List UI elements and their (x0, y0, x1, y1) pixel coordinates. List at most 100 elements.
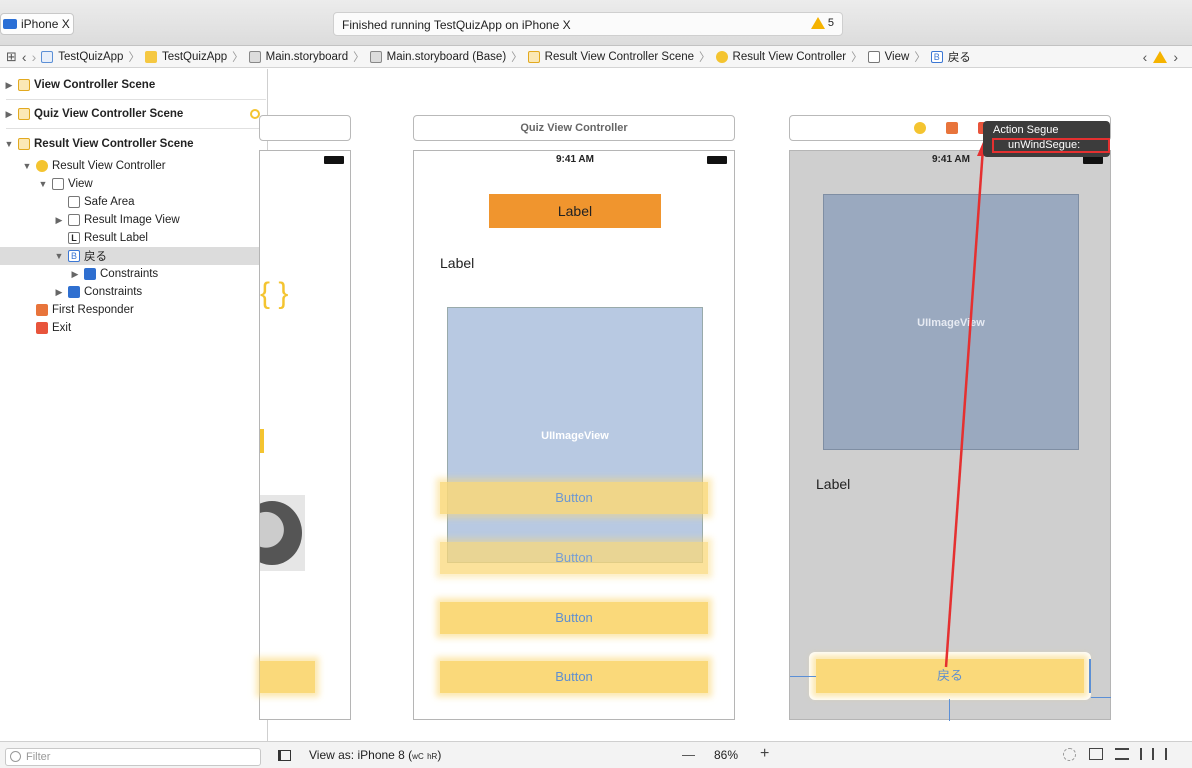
jump-bar: ⊞ ‹ › TestQuizApp 〉 TestQuizApp 〉 Main.sto… (0, 46, 1192, 68)
disclosure-expanded-icon[interactable]: ▼ (22, 161, 32, 171)
battery-icon (1083, 156, 1103, 164)
resolve-issues-icon[interactable] (1140, 748, 1154, 760)
back-icon[interactable]: ‹ (22, 49, 27, 65)
storyboard-canvas[interactable]: { } Quiz View Controller 9:41 AM Label L… (259, 69, 1192, 741)
view-as-device[interactable]: View as: iPhone 8 (wC hR) (309, 748, 441, 762)
scene-label: Quiz View Controller Scene (34, 108, 184, 120)
scene-title-bar[interactable] (259, 115, 351, 141)
disclosure-expanded-icon[interactable]: ▼ (54, 251, 64, 261)
button-object-icon: B (930, 50, 943, 63)
crumb-project[interactable]: TestQuizApp (58, 51, 123, 63)
result-image-view[interactable]: UIImageView (823, 194, 1079, 450)
outline-scene-quiz[interactable]: ▶ Quiz View Controller Scene (0, 105, 268, 123)
outline-item-result-view-controller[interactable]: ▼ Result View Controller (0, 157, 268, 175)
align-icon[interactable] (1089, 748, 1103, 760)
prev-issue-icon[interactable]: ‹ (1143, 49, 1148, 65)
pin-icon[interactable] (1115, 748, 1129, 760)
forward-icon[interactable]: › (32, 49, 37, 65)
disclosure-collapsed-icon[interactable]: ▶ (54, 215, 64, 226)
crumb-button[interactable]: 戻る (948, 49, 971, 65)
view-controller-device[interactable]: { } (259, 150, 351, 720)
brace-glyph: { } (260, 277, 289, 310)
zoom-in-button[interactable]: + (760, 745, 769, 763)
scene-icon (18, 79, 30, 91)
button[interactable] (260, 661, 315, 693)
outline-toggle-icon[interactable] (278, 750, 291, 761)
image-view[interactable]: UIImageView (447, 307, 703, 563)
next-issue-icon[interactable]: › (1173, 49, 1178, 65)
outline-filter-field[interactable]: Filter (5, 748, 261, 766)
scheme-label: iPhone X (21, 17, 70, 31)
crumb-scene[interactable]: Result View Controller Scene (545, 51, 694, 63)
view-controller-icon[interactable] (914, 122, 926, 134)
answer-button-1[interactable]: Button (440, 482, 708, 514)
crumb-separator: 〉 (699, 51, 711, 64)
outline-item-constraints[interactable]: ▶ Constraints (0, 283, 268, 301)
zoom-out-button[interactable]: — (682, 747, 695, 762)
outline-item-result-image-view[interactable]: ▶ Result Image View (0, 211, 268, 229)
battery-icon (707, 156, 727, 164)
size-class-width: wC (412, 752, 424, 761)
answer-button-3[interactable]: Button (440, 602, 708, 634)
scheme-selector[interactable]: iPhone X (0, 13, 74, 35)
unwind-segue-item[interactable]: unWindSegue: (992, 138, 1110, 153)
label-object-icon: L (68, 232, 80, 244)
outline-label: Result Label (84, 232, 148, 244)
constraints-icon (84, 268, 96, 280)
constraint-line (1089, 659, 1091, 693)
quiz-view-controller-device[interactable]: 9:41 AM Label Label UIImageView Button B… (413, 150, 735, 720)
action-segue-menu: Action Segue unWindSegue: (983, 121, 1110, 157)
disclosure-collapsed-icon[interactable]: ▶ (54, 287, 64, 298)
outline-scene-result[interactable]: ▼ Result View Controller Scene (0, 135, 268, 153)
disclosure-collapsed-icon[interactable]: ▶ (4, 109, 14, 120)
outline-item-constraints[interactable]: ▶ Constraints (0, 265, 268, 283)
crumb-view[interactable]: View (885, 51, 910, 63)
crumb-storyboard-base[interactable]: Main.storyboard (Base) (387, 51, 507, 63)
avatar-image (260, 495, 305, 571)
first-responder-icon[interactable] (946, 122, 958, 134)
warning-icon[interactable] (1153, 51, 1168, 63)
disclosure-collapsed-icon[interactable]: ▶ (70, 269, 80, 280)
image-view-placeholder: UIImageView (541, 430, 609, 442)
project-icon (41, 50, 54, 63)
outline-item-back-button[interactable]: ▼ B 戻る (0, 247, 268, 265)
result-label: Label (440, 255, 475, 271)
warning-count: 5 (827, 17, 834, 29)
divider (6, 128, 266, 129)
battery-icon (324, 156, 344, 164)
outline-scene-view-controller[interactable]: ▶ View Controller Scene (0, 76, 268, 94)
result-label: Label (816, 476, 851, 492)
scene-label: Result View Controller Scene (34, 138, 194, 150)
scene-title-quiz[interactable]: Quiz View Controller (413, 115, 735, 141)
crumb-separator: 〉 (353, 51, 365, 64)
embed-icon[interactable] (1063, 748, 1076, 761)
answer-button-2[interactable]: Button (440, 542, 708, 574)
back-button[interactable]: 戻る (816, 659, 1084, 693)
scene-icon (527, 50, 540, 63)
disclosure-expanded-icon[interactable]: ▼ (4, 139, 14, 149)
zoom-level[interactable]: 86% (714, 748, 738, 762)
disclosure-collapsed-icon[interactable]: ▶ (4, 80, 14, 91)
outline-label: Constraints (100, 268, 159, 280)
crumb-storyboard[interactable]: Main.storyboard (266, 51, 348, 63)
outline-item-result-label[interactable]: L Result Label (0, 229, 268, 247)
outline-item-safe-area[interactable]: Safe Area (0, 193, 268, 211)
outline-item-exit[interactable]: Exit (0, 319, 268, 337)
safe-area-icon (68, 196, 80, 208)
outline-item-first-responder[interactable]: First Responder (0, 301, 268, 319)
scene-icon (18, 138, 30, 150)
folder-icon (144, 50, 157, 63)
disclosure-expanded-icon[interactable]: ▼ (38, 179, 48, 189)
crumb-group[interactable]: TestQuizApp (162, 51, 227, 63)
scene-icon (18, 108, 30, 120)
resizing-icon[interactable] (1165, 748, 1179, 760)
crumb-view-controller[interactable]: Result View Controller (733, 51, 847, 63)
answer-button-4[interactable]: Button (440, 661, 708, 693)
warnings-indicator[interactable]: 5 (810, 17, 834, 29)
outline-label: First Responder (52, 304, 134, 316)
crumb-separator: 〉 (511, 51, 523, 64)
related-items-icon[interactable]: ⊞ (6, 49, 17, 65)
exit-icon (36, 322, 48, 334)
outline-item-view[interactable]: ▼ View (0, 175, 268, 193)
result-view-controller-device[interactable]: 9:41 AM UIImageView Label 戻る (789, 150, 1111, 721)
